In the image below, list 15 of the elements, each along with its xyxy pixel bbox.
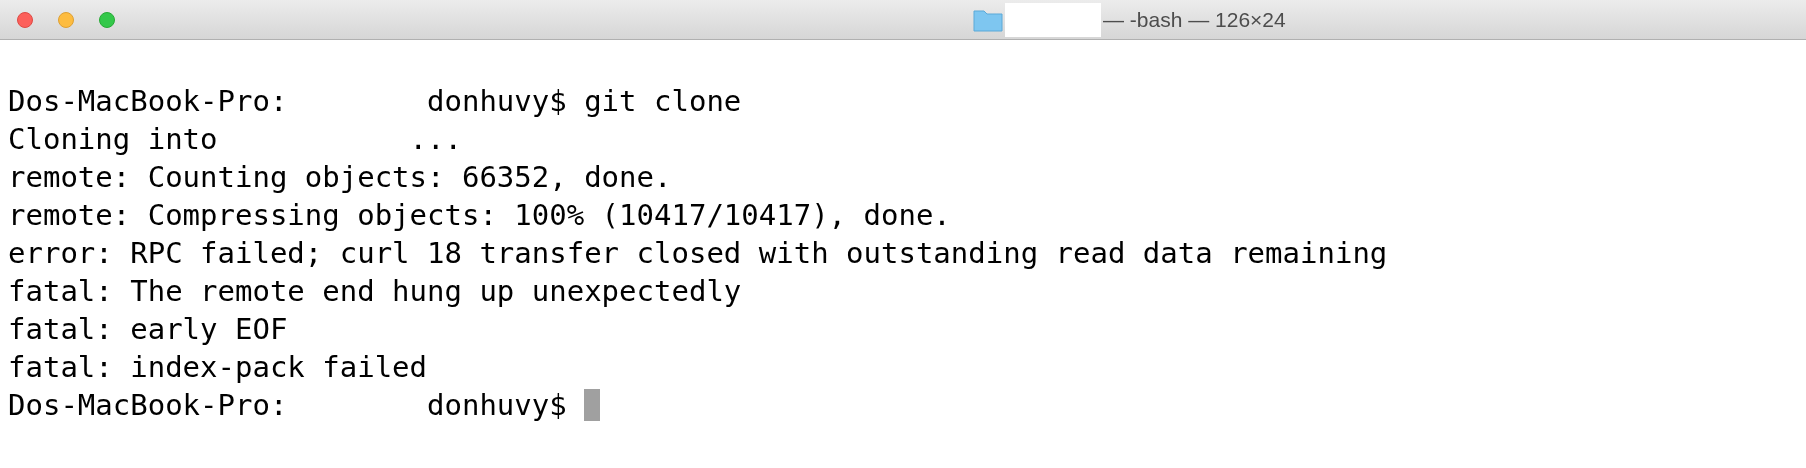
close-button[interactable] [17, 11, 33, 28]
terminal-line: Cloning into ... [8, 121, 462, 158]
window-title: — -bash — 126×24 [1103, 6, 1286, 33]
terminal-line: error: RPC failed; curl 18 transfer closed with outstanding read data remaining [8, 235, 1388, 272]
terminal-line: fatal: index-pack failed [8, 349, 428, 386]
maximize-button[interactable] [99, 11, 115, 28]
minimize-button[interactable] [58, 11, 74, 28]
cursor [583, 389, 600, 421]
terminal-line: fatal: early EOF [8, 311, 288, 348]
terminal-line: Dos-MacBook-Pro: donhuvy$ [8, 387, 567, 424]
terminal-line: Dos-MacBook-Pro: donhuvy$ git clone [8, 83, 742, 120]
terminal-line: fatal: The remote end hung up unexpectedly [8, 273, 742, 310]
terminal-line: remote: Compressing objects: 100% (10417/10417), done. [8, 197, 951, 234]
terminal-line: remote: Counting objects: 66352, done. [8, 159, 672, 196]
folder-icon [973, 7, 1003, 32]
